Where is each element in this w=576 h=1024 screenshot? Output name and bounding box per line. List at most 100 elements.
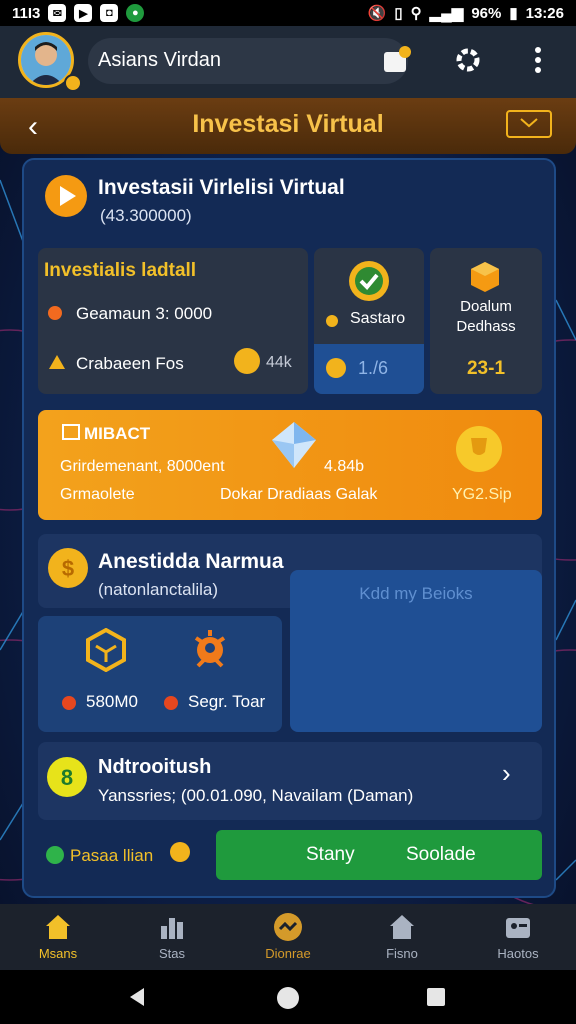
hero-subtitle: (43.300000) [100, 206, 192, 225]
footer-left-label[interactable]: Pasaa llian [70, 846, 153, 866]
stat2-dot-icon [164, 696, 178, 715]
system-home-icon[interactable] [276, 986, 300, 1010]
stats-card[interactable]: 580M0 Segr. Toar [38, 616, 282, 732]
whatsapp-icon: ● [126, 4, 145, 22]
detail-row1-text: Geamaun 3: 0000 [76, 304, 213, 323]
stat2-value: Segr. Toar [188, 692, 266, 711]
message-icon: ✉ [48, 4, 67, 22]
warning-icon [48, 354, 66, 375]
profile-name-pill[interactable]: Asians Virdan [88, 38, 408, 84]
user-name: Asians Virdan [98, 49, 222, 71]
banner-value: 4.84b [324, 458, 365, 475]
deposit-card[interactable]: Doalum Dedhass 23-1 [430, 248, 542, 394]
stat1-value: 580M0 [86, 692, 138, 711]
settings-icon[interactable] [452, 44, 484, 76]
detail-row2-text: Crabaeen Fos [76, 354, 184, 373]
notif-text: Yanssries; (00.01.090, Navailam (Daman) [98, 786, 414, 805]
camera-icon: ◘ [100, 4, 119, 22]
more-menu-icon[interactable] [522, 44, 554, 76]
nav-item-home[interactable]: Msans [18, 912, 98, 961]
detail-card-title: Investialis ladtall [44, 260, 197, 281]
nav-item-house[interactable]: Fisno [362, 912, 442, 961]
stany-button[interactable]: Stany [306, 844, 355, 866]
detail-row1-icon [48, 306, 62, 325]
id-card-icon [506, 918, 530, 938]
main-panel: Investasii Virlelisi Virtual (43.300000)… [22, 158, 556, 898]
banner-line2-left: Grmaolete [60, 486, 135, 503]
side-info-card[interactable]: Kdd my Beioks [290, 570, 542, 732]
battery-text: 96% [471, 4, 502, 22]
deposit-value: 23-1 [466, 358, 506, 379]
deposit-label-line1: Doalum [460, 298, 512, 315]
action-buttons-bar: Stany Soolade [216, 830, 542, 880]
chart-icon [161, 918, 183, 939]
mail-icon [520, 118, 538, 128]
system-recents-icon[interactable] [426, 987, 446, 1007]
wifi-icon: ⚲ [410, 5, 422, 22]
notif-title: Ndtrooitush [98, 756, 212, 778]
nav-label-invest: Dionrae [265, 946, 311, 961]
impact-banner[interactable]: MIBACT Grirdemenant, 8000ent 4.84b Grmao… [38, 410, 542, 520]
hero-title: Investasii Virlelisi Virtual [98, 176, 345, 199]
hex-icon [84, 627, 128, 677]
notification-icon[interactable] [380, 44, 412, 76]
verified-badge-icon [64, 74, 82, 92]
banner-title-text: MIBACT [84, 424, 151, 443]
nav-item-invest[interactable]: Dionrae [248, 912, 328, 961]
cube-icon [468, 260, 502, 299]
vibrate-icon: ▯ [394, 5, 403, 22]
investment-detail-card[interactable]: Investialis ladtall Geamaun 3: 0000 Crab… [38, 248, 308, 394]
section2-title: Anestidda Narmua [98, 550, 284, 573]
signal-icon: ▂▄▆ [429, 5, 464, 22]
coin-icon [234, 348, 260, 379]
svg-text:$: $ [62, 556, 74, 581]
status-bar: 11I3 ✉ ▶ ◘ ● 🔇 ▯ ⚲ ▂▄▆ 96% ▮ 13:26 [0, 0, 576, 26]
nav-label-profile: Haotos [497, 946, 539, 961]
svg-text:8: 8 [61, 765, 73, 790]
nav-label-house: Fisno [386, 946, 418, 961]
system-nav-bar [0, 970, 576, 1024]
banner-title: MIBACT [62, 424, 150, 444]
side-info-text: Kdd my Beioks [359, 584, 473, 603]
mute-icon: 🔇 [367, 5, 387, 22]
battery-icon: ▮ [509, 5, 518, 22]
gear-bot-icon [188, 628, 232, 677]
status-dot-icon [326, 314, 338, 332]
notif-badge-icon: 8 [46, 756, 88, 803]
status-left-text: 11I3 [12, 4, 41, 22]
detail-row2-value: 44k [266, 354, 292, 371]
nav-item-stats[interactable]: Stas [132, 912, 212, 961]
chevron-right-icon[interactable]: › [502, 758, 511, 789]
stat1-dot-icon [62, 696, 76, 715]
page-title: Investasi Virtual [192, 110, 384, 138]
system-back-icon[interactable] [126, 986, 148, 1008]
invest-icon [274, 913, 302, 941]
section2-subtitle: (natonlanctalila) [98, 580, 219, 599]
house-icon [390, 915, 414, 939]
notification-row[interactable]: 8 Ndtrooitush Yanssries; (00.01.090, Nav… [38, 742, 542, 820]
mail-button[interactable] [506, 110, 552, 138]
nav-item-profile[interactable]: Haotos [478, 912, 558, 961]
close-badge-icon[interactable] [170, 842, 190, 867]
status-coin-icon [326, 358, 346, 383]
diamond-icon [268, 420, 320, 475]
status-value: 1./6 [358, 358, 389, 378]
banner-line1: Grirdemenant, 8000ent [60, 458, 225, 475]
play-icon: ▶ [74, 4, 93, 22]
soolade-button[interactable]: Soolade [406, 844, 476, 866]
clock: 13:26 [525, 4, 564, 22]
banner-right-value: YG2.Sip [452, 486, 512, 503]
nav-label-stats: Stas [158, 946, 185, 961]
banner-line2-mid: Dokar Dradiaas Galak [220, 486, 378, 503]
home-icon [46, 915, 70, 939]
deposit-label-line2: Dedhass [456, 318, 516, 335]
status-card[interactable]: Sastaro 1./6 [314, 248, 424, 394]
check-badge-icon [348, 260, 390, 307]
bottom-nav: Msans Stas Dionrae Fisno Haotos [0, 904, 576, 970]
shield-icon [46, 846, 64, 869]
trophy-icon [454, 424, 504, 479]
status-label: Sastaro [350, 310, 406, 327]
app-header: Asians Virdan [0, 26, 576, 98]
hero-play-icon[interactable] [44, 174, 88, 223]
title-bar: ‹ Investasi Virtual [0, 98, 576, 154]
